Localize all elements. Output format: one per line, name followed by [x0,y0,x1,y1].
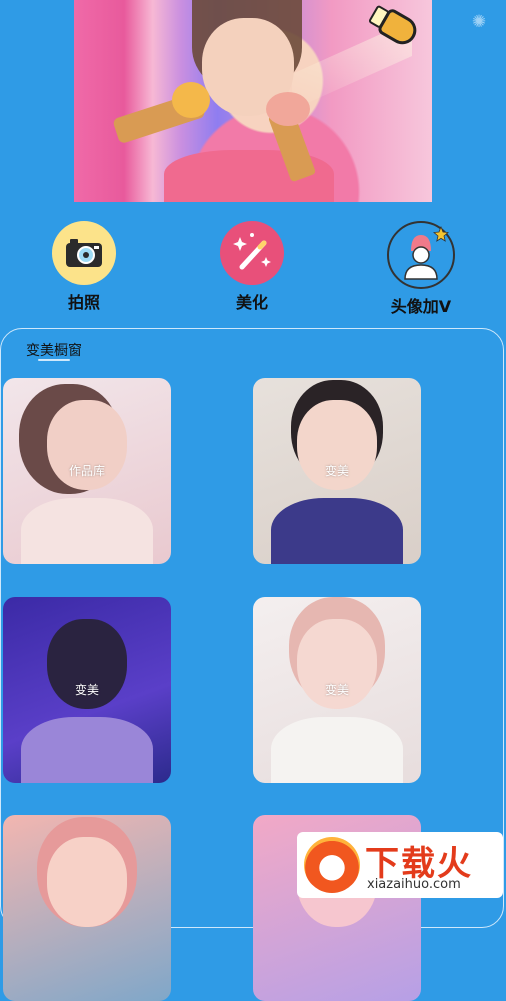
gear-icon[interactable]: ✺ [470,13,488,31]
feature-label: 拍照 [67,293,100,312]
avatar-v-icon [387,221,455,289]
flame-logo-icon [304,837,360,893]
watermark: 下载火 xiazaihuo.com [297,832,503,898]
card-portrait-body [21,717,153,783]
ice-cream-scoop-right [266,92,310,126]
card-portrait-body [21,498,153,564]
feature-label: 美化 [235,293,268,312]
ice-cream-scoop-left [172,82,210,118]
showcase-card[interactable] [3,815,171,1001]
section-title-underline [38,359,70,361]
feature-take-photo-button[interactable]: 拍照 [24,221,144,313]
showcase-card[interactable]: 变美 [253,597,421,783]
card-portrait-face [47,837,127,927]
section-title: 变美橱窗 [26,343,82,359]
top-banner-image[interactable] [74,0,432,202]
card-tag: 变美 [324,683,349,697]
feature-beautify-button[interactable]: 美化 [192,221,312,313]
showcase-card[interactable]: 变美 [3,597,171,783]
card-portrait-body [271,498,403,564]
card-tag: 作品库 [68,464,105,478]
showcase-card[interactable]: 变美 [253,378,421,564]
magic-wand-icon [220,221,284,285]
card-portrait-body [271,717,403,783]
showcase-card[interactable]: 作品库 [3,378,171,564]
feature-label: 头像加V [390,297,452,316]
feature-avatar-v-button[interactable]: 头像加V [361,221,481,317]
card-tag: 变美 [74,683,99,697]
watermark-subtitle: xiazaihuo.com [367,877,461,892]
camera-icon [52,221,116,285]
card-tag: 变美 [324,464,349,478]
